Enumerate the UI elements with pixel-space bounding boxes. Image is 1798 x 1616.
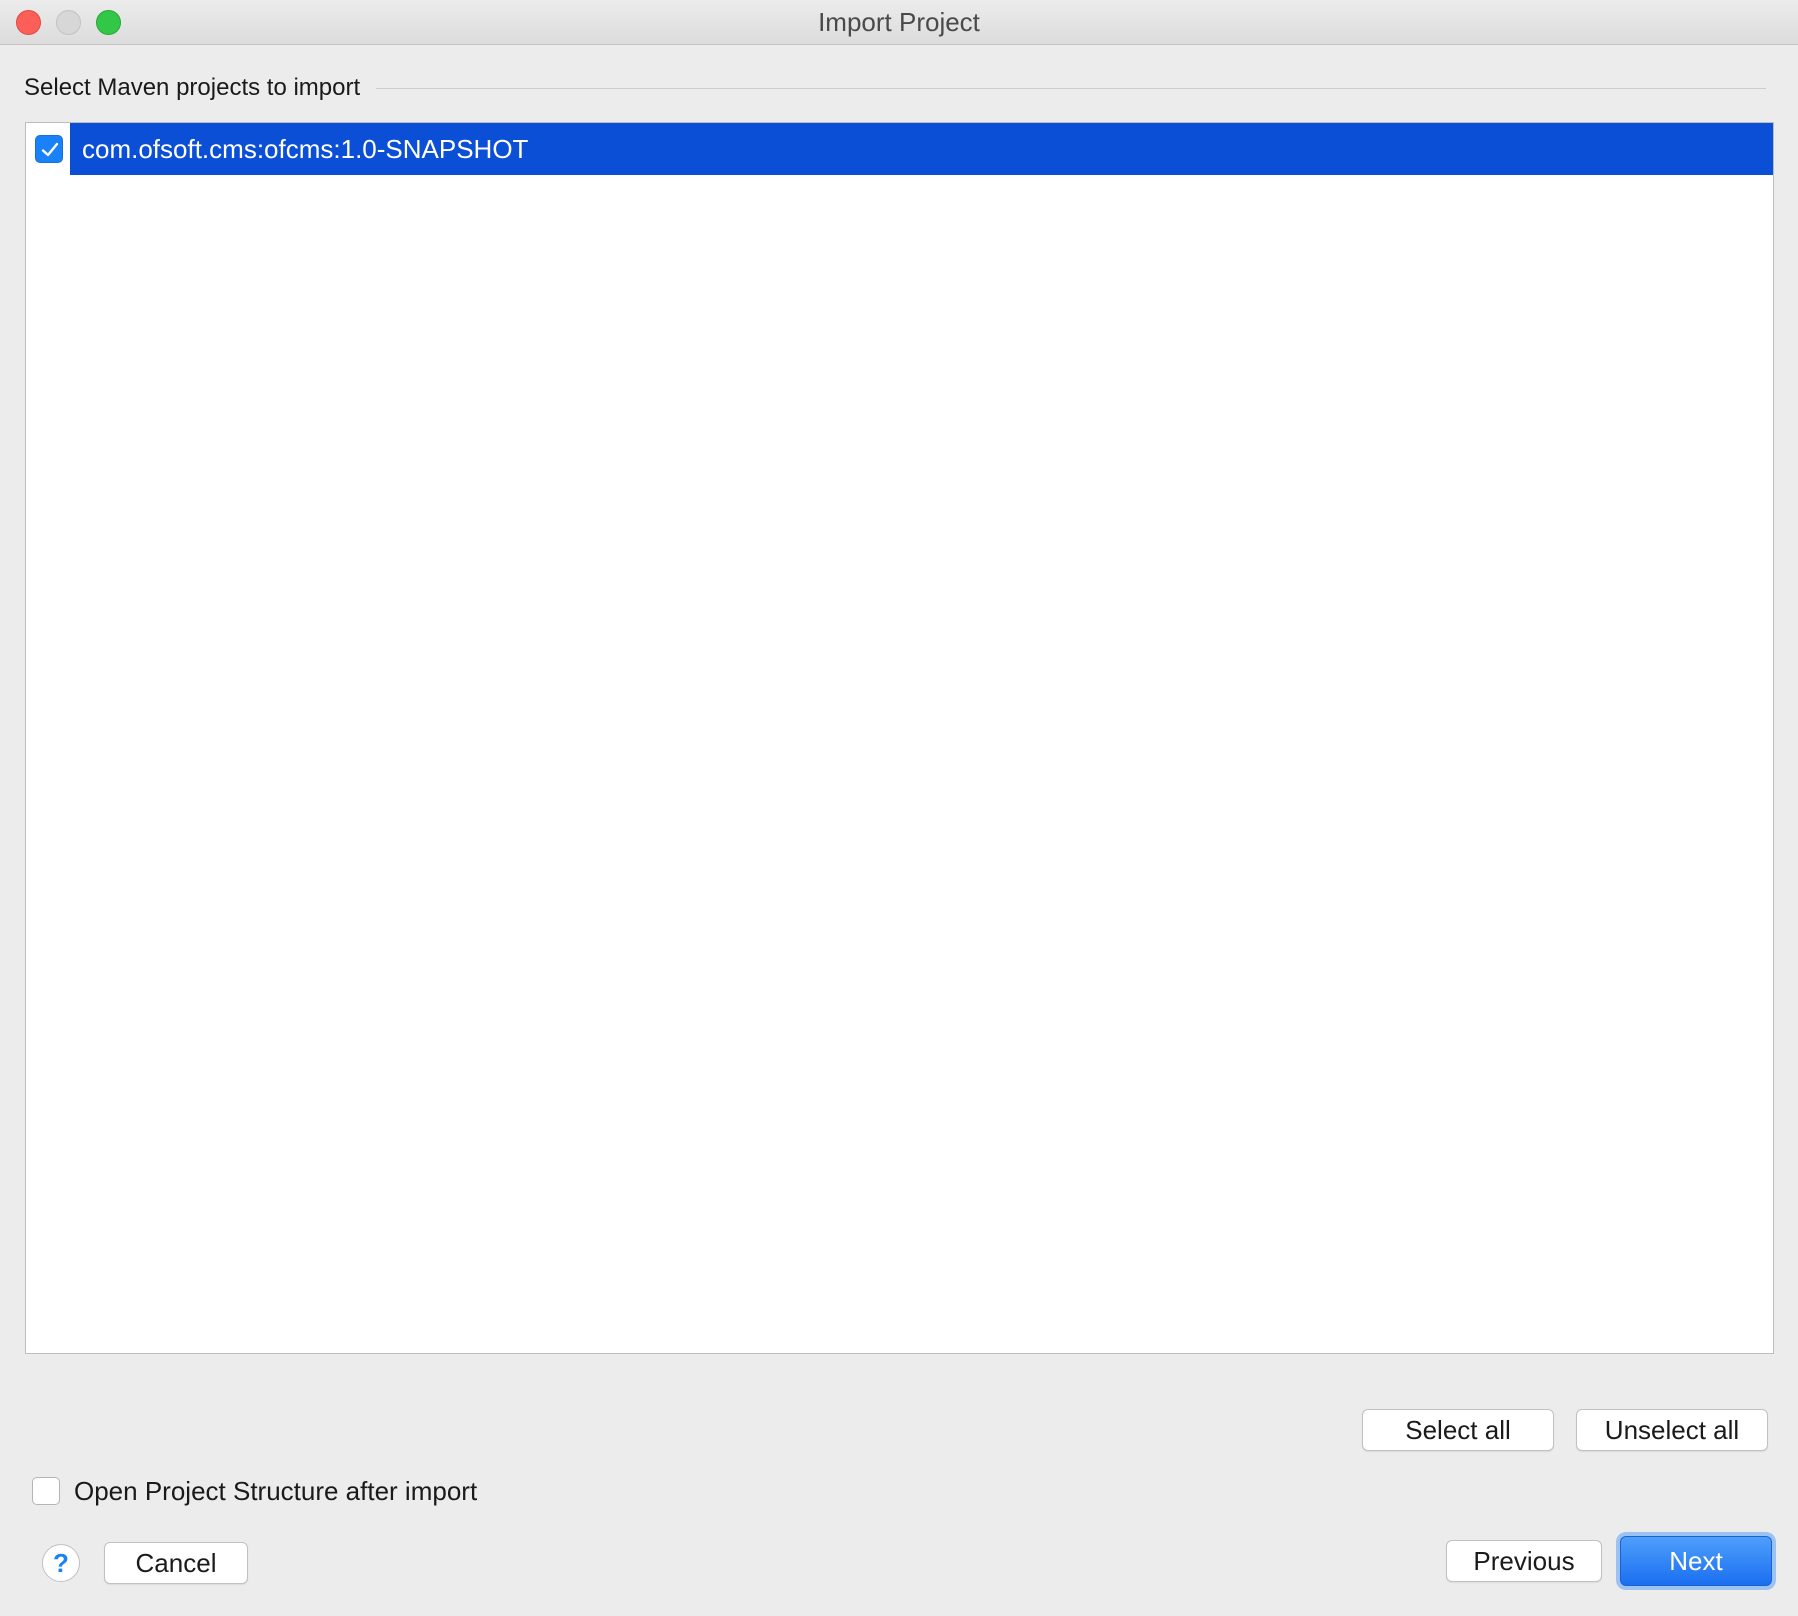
help-button[interactable]: ?	[42, 1544, 80, 1582]
open-structure-checkbox[interactable]	[32, 1477, 60, 1505]
checkmark-icon	[41, 142, 59, 157]
project-name: com.ofsoft.cms:ofcms:1.0-SNAPSHOT	[82, 134, 529, 164]
cancel-button[interactable]: Cancel	[104, 1542, 248, 1584]
project-checkbox[interactable]	[35, 135, 63, 163]
unselect-all-button[interactable]: Unselect all	[1576, 1409, 1768, 1451]
section-label: Select Maven projects to import	[24, 74, 361, 101]
maven-project-list[interactable]: com.ofsoft.cms:ofcms:1.0-SNAPSHOT	[25, 122, 1774, 1354]
section-divider	[376, 88, 1766, 89]
select-all-button[interactable]: Select all	[1362, 1409, 1554, 1451]
window-title: Import Project	[818, 7, 980, 37]
title-bar: Import Project	[0, 0, 1798, 45]
next-button[interactable]: Next	[1620, 1536, 1772, 1586]
previous-button[interactable]: Previous	[1446, 1540, 1602, 1582]
open-structure-label: Open Project Structure after import	[74, 1476, 478, 1506]
project-row[interactable]: com.ofsoft.cms:ofcms:1.0-SNAPSHOT	[26, 123, 1773, 175]
import-project-dialog: Import Project Select Maven projects to …	[0, 0, 1798, 1616]
